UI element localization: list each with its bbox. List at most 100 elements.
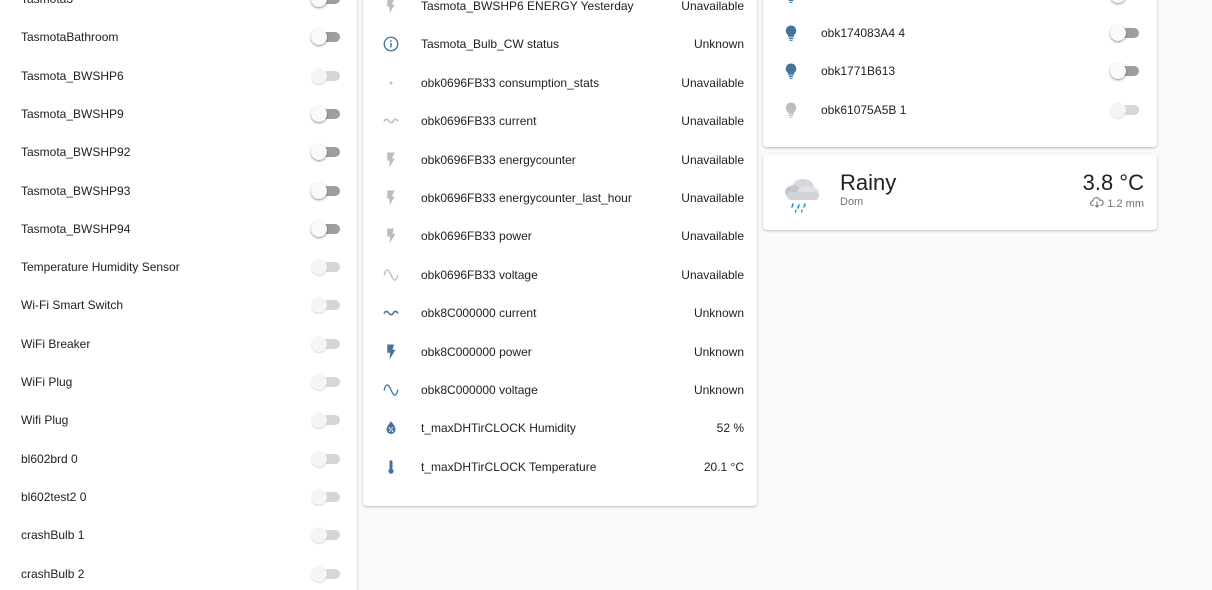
switch-row[interactable]: crashBulb 1 <box>0 516 357 554</box>
light-row[interactable]: obk61075A5B 1 <box>763 91 1157 129</box>
sensor-row[interactable]: obk8C000000 voltageUnknown <box>363 371 757 409</box>
weather-forecast-card[interactable]: Rainy Dom 3.8 °C 1.2 mm <box>763 154 1157 230</box>
switch-row[interactable]: Tasmota_BWSHP93 <box>0 172 357 210</box>
switch-row[interactable]: Temperature Humidity Sensor <box>0 248 357 286</box>
switch-row[interactable]: WiFi Plug <box>0 363 357 401</box>
power-bolt-icon <box>381 342 401 362</box>
switch-label: bl602test2 0 <box>21 490 86 504</box>
toggle-switch <box>311 336 341 352</box>
sensor-label: obk8C000000 voltage <box>421 383 538 397</box>
toggle-switch[interactable] <box>311 144 341 160</box>
lightbulb-icon[interactable] <box>781 23 801 43</box>
switch-row[interactable]: Tasmota_BWSHP6 <box>0 57 357 95</box>
switch-row[interactable]: TasmotaBathroom <box>0 18 357 56</box>
toggle-switch <box>311 489 341 505</box>
sine-wave-icon <box>381 380 401 400</box>
switch-label: Tasmota_BWSHP92 <box>21 145 130 159</box>
switch-row[interactable]: Tasmota3 <box>0 0 357 18</box>
toggle-switch[interactable] <box>311 0 341 7</box>
light-label: obk174083A4 3 <box>821 0 905 2</box>
sensor-label: t_maxDHTirCLOCK Temperature <box>421 460 596 474</box>
sensor-row[interactable]: Tasmota_Bulb_CW status Unknown <box>363 25 757 63</box>
sensor-value: Unknown <box>694 345 744 359</box>
switch-row[interactable]: Tasmota_BWSHP92 <box>0 133 357 171</box>
current-ac-icon <box>381 111 401 131</box>
toggle-switch <box>311 451 341 467</box>
thermometer-icon <box>381 457 401 477</box>
sensor-value: Unavailable <box>681 191 744 205</box>
lightbulb-icon[interactable] <box>781 61 801 81</box>
toggle-switch[interactable] <box>1110 25 1140 41</box>
switch-label: Tasmota_BWSHP6 <box>21 69 124 83</box>
switch-row[interactable]: Wi-Fi Smart Switch <box>0 286 357 324</box>
sensor-value: 52 % <box>717 421 744 435</box>
sensor-label: obk0696FB33 energycounter_last_hour <box>421 191 632 205</box>
light-row[interactable]: obk174083A4 4 <box>763 14 1157 52</box>
switch-label: Tasmota_BWSHP94 <box>21 222 130 236</box>
switch-row[interactable]: Wifi Plug <box>0 401 357 439</box>
sensor-label: obk0696FB33 energycounter <box>421 153 576 167</box>
flash-icon <box>381 0 401 16</box>
sensor-value: Unavailable <box>681 229 744 243</box>
weather-temperature: 3.8 °C <box>1083 170 1144 196</box>
sensor-value: Unknown <box>694 37 744 51</box>
switch-label: Tasmota3 <box>21 0 73 6</box>
switch-row[interactable]: bl602test2 0 <box>0 478 357 516</box>
toggle-switch[interactable] <box>311 29 341 45</box>
switch-row[interactable]: crashBulb 2 <box>0 555 357 590</box>
switch-label: bl602brd 0 <box>21 452 78 466</box>
light-label: obk174083A4 4 <box>821 26 905 40</box>
toggle-switch <box>1110 102 1140 118</box>
sensor-row[interactable]: obk8C000000 powerUnknown <box>363 333 757 371</box>
toggle-switch <box>311 259 341 275</box>
light-row[interactable]: obk1771B613 <box>763 52 1157 90</box>
sensor-value: Unavailable <box>681 153 744 167</box>
toggle-switch[interactable] <box>311 106 341 122</box>
sensor-value: Unavailable <box>681 268 744 282</box>
switch-row[interactable]: bl602brd 0 <box>0 440 357 478</box>
sensor-label: Tasmota_Bulb_CW status <box>421 37 559 51</box>
light-label: obk1771B613 <box>821 64 895 78</box>
rainy-cloud-icon <box>779 170 823 214</box>
sensor-row[interactable]: obk0696FB33 consumption_statsUnavailable <box>363 64 757 102</box>
sensor-row[interactable]: t_maxDHTirCLOCK Temperature 20.1 °C <box>363 448 757 486</box>
sensor-row[interactable]: obk0696FB33 powerUnavailable <box>363 217 757 255</box>
switch-label: crashBulb 1 <box>21 528 84 542</box>
toggle-switch <box>311 412 341 428</box>
lights-card: obk174083A4 3 obk174083A4 4 obk1771B613 obk… <box>763 0 1157 147</box>
toggle-switch[interactable] <box>1110 63 1140 79</box>
precipitation-value: 1.2 mm <box>1107 198 1144 210</box>
toggle-switch[interactable] <box>311 221 341 237</box>
light-row[interactable]: obk174083A4 3 <box>763 0 1157 14</box>
toggle-switch[interactable] <box>311 183 341 199</box>
weather-location: Dom <box>840 196 863 208</box>
switch-label: Wifi Plug <box>21 413 68 427</box>
lightbulb-icon[interactable] <box>781 100 801 120</box>
current-ac-icon <box>381 303 401 323</box>
sensor-value: 20.1 °C <box>704 460 744 474</box>
sensor-label: Tasmota_BWSHP6 ENERGY Yesterday <box>421 0 634 13</box>
sensor-label: obk0696FB33 consumption_stats <box>421 76 599 90</box>
sensor-row[interactable]: t_maxDHTirCLOCK Humidity52 % <box>363 409 757 447</box>
sensor-row[interactable]: obk0696FB33 energycounter_last_hour Unava… <box>363 179 757 217</box>
lightbulb-icon[interactable] <box>781 0 801 5</box>
switch-row[interactable]: Tasmota_BWSHP9 <box>0 95 357 133</box>
eye-icon <box>381 73 401 93</box>
sensor-row[interactable]: obk0696FB33 voltageUnavailable <box>363 256 757 294</box>
sensor-row[interactable]: Tasmota_BWSHP6 ENERGY Yesterday Unavailab… <box>363 0 757 25</box>
toggle-switch <box>311 374 341 390</box>
toggle-switch[interactable] <box>1110 0 1140 3</box>
switch-label: Tasmota_BWSHP9 <box>21 107 124 121</box>
sensor-row[interactable]: obk0696FB33 currentUnavailable <box>363 102 757 140</box>
switches-card: Tasmota3 TasmotaBathroom Tasmota_BWSHP6 Tas… <box>0 0 357 590</box>
sensor-value: Unavailable <box>681 0 744 13</box>
sensor-row[interactable]: obk0696FB33 energycounter Unavailable <box>363 141 757 179</box>
weather-precipitation: 1.2 mm <box>1090 196 1144 211</box>
switch-label: Wi-Fi Smart Switch <box>21 298 123 312</box>
sensor-row[interactable]: obk8C000000 currentUnknown <box>363 294 757 332</box>
flash-icon <box>381 188 401 208</box>
toggle-switch <box>311 68 341 84</box>
switch-row[interactable]: Tasmota_BWSHP94 <box>0 210 357 248</box>
switch-row[interactable]: WiFi Breaker <box>0 325 357 363</box>
weather-condition: Rainy <box>840 170 896 196</box>
